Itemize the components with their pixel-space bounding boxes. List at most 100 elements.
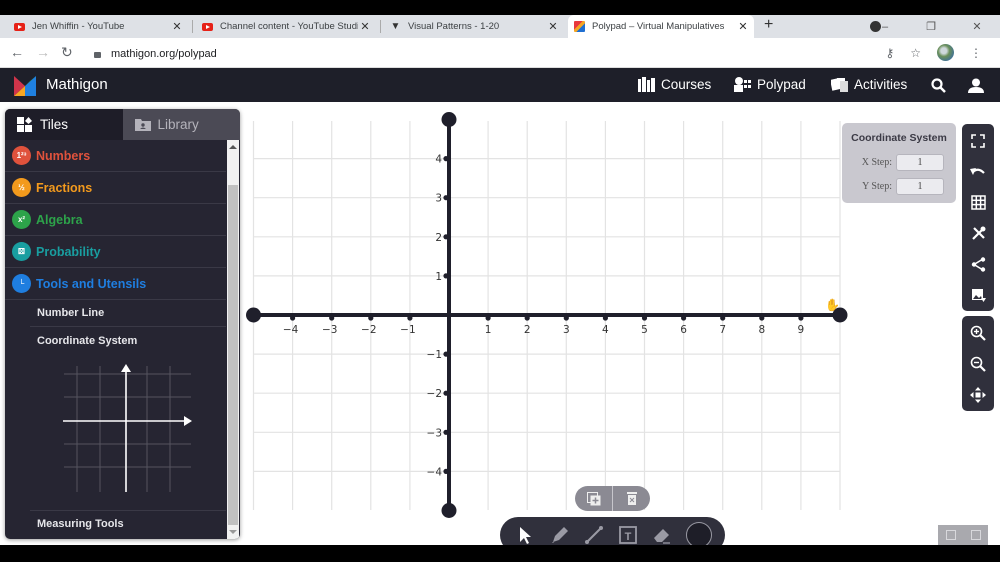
numbers-icon: 1²³ bbox=[12, 146, 31, 165]
sidebar-scrollbar[interactable] bbox=[227, 140, 239, 539]
profile-avatar[interactable] bbox=[937, 44, 954, 61]
y-tick-label: 4 bbox=[435, 154, 442, 166]
eraser-tool-button[interactable] bbox=[650, 523, 674, 545]
y-tick-label: 1 bbox=[435, 271, 442, 283]
x-axis-left-handle[interactable] bbox=[246, 307, 261, 323]
category-label: Probability bbox=[36, 244, 101, 259]
close-tab-icon[interactable]: ✕ bbox=[170, 20, 184, 33]
color-picker-button[interactable] bbox=[686, 522, 712, 545]
zoom-out-button[interactable] bbox=[962, 348, 994, 379]
export-image-button[interactable] bbox=[962, 280, 994, 311]
category-tools-and-utensils[interactable]: └ Tools and Utensils bbox=[5, 268, 226, 300]
mathigon-logo-icon[interactable] bbox=[14, 76, 36, 96]
y-axis-top-handle[interactable] bbox=[441, 112, 457, 127]
search-icon[interactable] bbox=[931, 78, 946, 93]
subitem-coordinate-system[interactable]: Coordinate System bbox=[30, 327, 226, 354]
coordinate-system-tile[interactable] bbox=[60, 364, 195, 494]
bookmark-star-icon[interactable]: ☆ bbox=[910, 46, 921, 60]
subitem-measuring-tools[interactable]: Measuring Tools bbox=[30, 510, 226, 537]
scroll-down-arrow-icon[interactable] bbox=[229, 530, 237, 534]
y-tick-label: −2 bbox=[427, 388, 442, 400]
y-tick-mark bbox=[443, 429, 449, 435]
tab-label: Tiles bbox=[40, 117, 69, 132]
x-tick-label: 5 bbox=[641, 324, 648, 336]
y-axis-bottom-handle[interactable] bbox=[441, 503, 457, 518]
eraser-icon bbox=[654, 529, 670, 544]
scroll-up-arrow-icon[interactable] bbox=[229, 145, 237, 149]
share-button[interactable] bbox=[962, 249, 994, 280]
x-tick-mark bbox=[563, 315, 569, 321]
zoom-in-icon bbox=[970, 325, 986, 341]
user-account-icon[interactable] bbox=[968, 78, 984, 93]
delete-icon bbox=[626, 492, 637, 505]
coordinate-system-settings: Coordinate System X Step: 1 Y Step: 1 bbox=[842, 123, 956, 203]
fullscreen-button[interactable] bbox=[962, 125, 994, 156]
browser-tab-strip: Jen Whiffin - YouTube ✕ Channel content … bbox=[0, 15, 1000, 38]
y-tick-label: 3 bbox=[435, 193, 442, 205]
tools-button[interactable] bbox=[962, 218, 994, 249]
text-tool-button[interactable]: T bbox=[616, 523, 640, 545]
youtube-icon bbox=[202, 22, 213, 31]
tab-library[interactable]: Library bbox=[122, 109, 240, 140]
category-numbers[interactable]: 1²³ Numbers bbox=[5, 140, 226, 172]
view-mode-buttons bbox=[938, 525, 988, 545]
subitem-number-line[interactable]: Number Line bbox=[30, 300, 226, 327]
close-tab-icon[interactable]: ✕ bbox=[736, 20, 750, 33]
y-tick-label: −1 bbox=[427, 349, 442, 361]
new-tab-button[interactable]: + bbox=[764, 16, 773, 34]
category-label: Fractions bbox=[36, 180, 93, 195]
zoom-in-button[interactable] bbox=[962, 317, 994, 348]
y-step-input[interactable]: 1 bbox=[896, 178, 944, 195]
reload-icon[interactable]: ↻ bbox=[61, 44, 73, 61]
axes-icon: └ bbox=[12, 274, 31, 293]
close-tab-icon[interactable]: ✕ bbox=[546, 20, 560, 33]
category-fractions[interactable]: ½ Fractions bbox=[5, 172, 226, 204]
category-probability[interactable]: ⚄ Probability bbox=[5, 236, 226, 268]
duplicate-button[interactable] bbox=[575, 486, 612, 511]
menu-dots-icon[interactable]: ⋮ bbox=[970, 46, 982, 60]
browser-tab[interactable]: Jen Whiffin - YouTube ✕ bbox=[8, 15, 188, 38]
x-step-input[interactable]: 1 bbox=[896, 154, 944, 171]
fractions-icon: ½ bbox=[12, 178, 31, 197]
brand-name[interactable]: Mathigon bbox=[46, 76, 108, 93]
y-tick-label: −3 bbox=[427, 427, 442, 439]
minimize-button[interactable]: – bbox=[862, 21, 908, 33]
image-view-icon[interactable] bbox=[970, 530, 981, 540]
back-arrow-icon[interactable]: ← bbox=[10, 44, 24, 60]
text-box-icon: T bbox=[619, 526, 637, 544]
nav-polypad[interactable]: Polypad bbox=[734, 77, 806, 92]
pen-icon bbox=[552, 527, 568, 543]
close-window-button[interactable]: ✕ bbox=[954, 20, 1000, 33]
share-icon bbox=[971, 257, 985, 272]
pan-button[interactable] bbox=[962, 379, 994, 410]
nav-activities[interactable]: Activities bbox=[831, 77, 907, 92]
browser-tab-active[interactable]: Polypad – Virtual Manipulatives ✕ bbox=[568, 15, 754, 38]
x-tick-mark bbox=[641, 315, 648, 321]
y-tick-mark bbox=[443, 468, 449, 474]
image-export-icon bbox=[971, 289, 986, 302]
split-view-icon[interactable] bbox=[945, 530, 956, 540]
close-tab-icon[interactable]: ✕ bbox=[358, 20, 372, 33]
browser-tab[interactable]: Channel content - YouTube Studio ✕ bbox=[196, 15, 376, 38]
y-tick-mark bbox=[443, 234, 449, 240]
tab-title: Polypad – Virtual Manipulatives bbox=[592, 21, 725, 32]
restore-button[interactable]: ❐ bbox=[908, 20, 954, 33]
select-tool-button[interactable] bbox=[514, 523, 538, 545]
forward-arrow-icon[interactable]: → bbox=[36, 44, 50, 60]
scrollbar-thumb[interactable] bbox=[228, 185, 238, 525]
nav-label: Activities bbox=[854, 77, 908, 92]
line-tool-button[interactable] bbox=[582, 523, 606, 545]
url-input[interactable]: mathigon.org/polypad bbox=[86, 43, 916, 64]
undo-button[interactable] bbox=[962, 156, 994, 187]
pen-tool-button[interactable] bbox=[548, 523, 572, 545]
grid-button[interactable] bbox=[962, 187, 994, 218]
delete-button[interactable] bbox=[613, 486, 650, 511]
x-tick-label: −3 bbox=[322, 324, 337, 336]
nav-courses[interactable]: Courses bbox=[638, 77, 711, 92]
mathigon-header: Mathigon Courses Polypad Activities bbox=[0, 68, 1000, 102]
category-algebra[interactable]: x² Algebra bbox=[5, 204, 226, 236]
browser-tab[interactable]: ▼ Visual Patterns - 1-20 ✕ bbox=[384, 15, 564, 38]
tab-tiles[interactable]: Tiles bbox=[5, 109, 123, 140]
key-icon[interactable]: ⚷ bbox=[885, 46, 894, 60]
category-label: Tools and Utensils bbox=[36, 276, 147, 291]
